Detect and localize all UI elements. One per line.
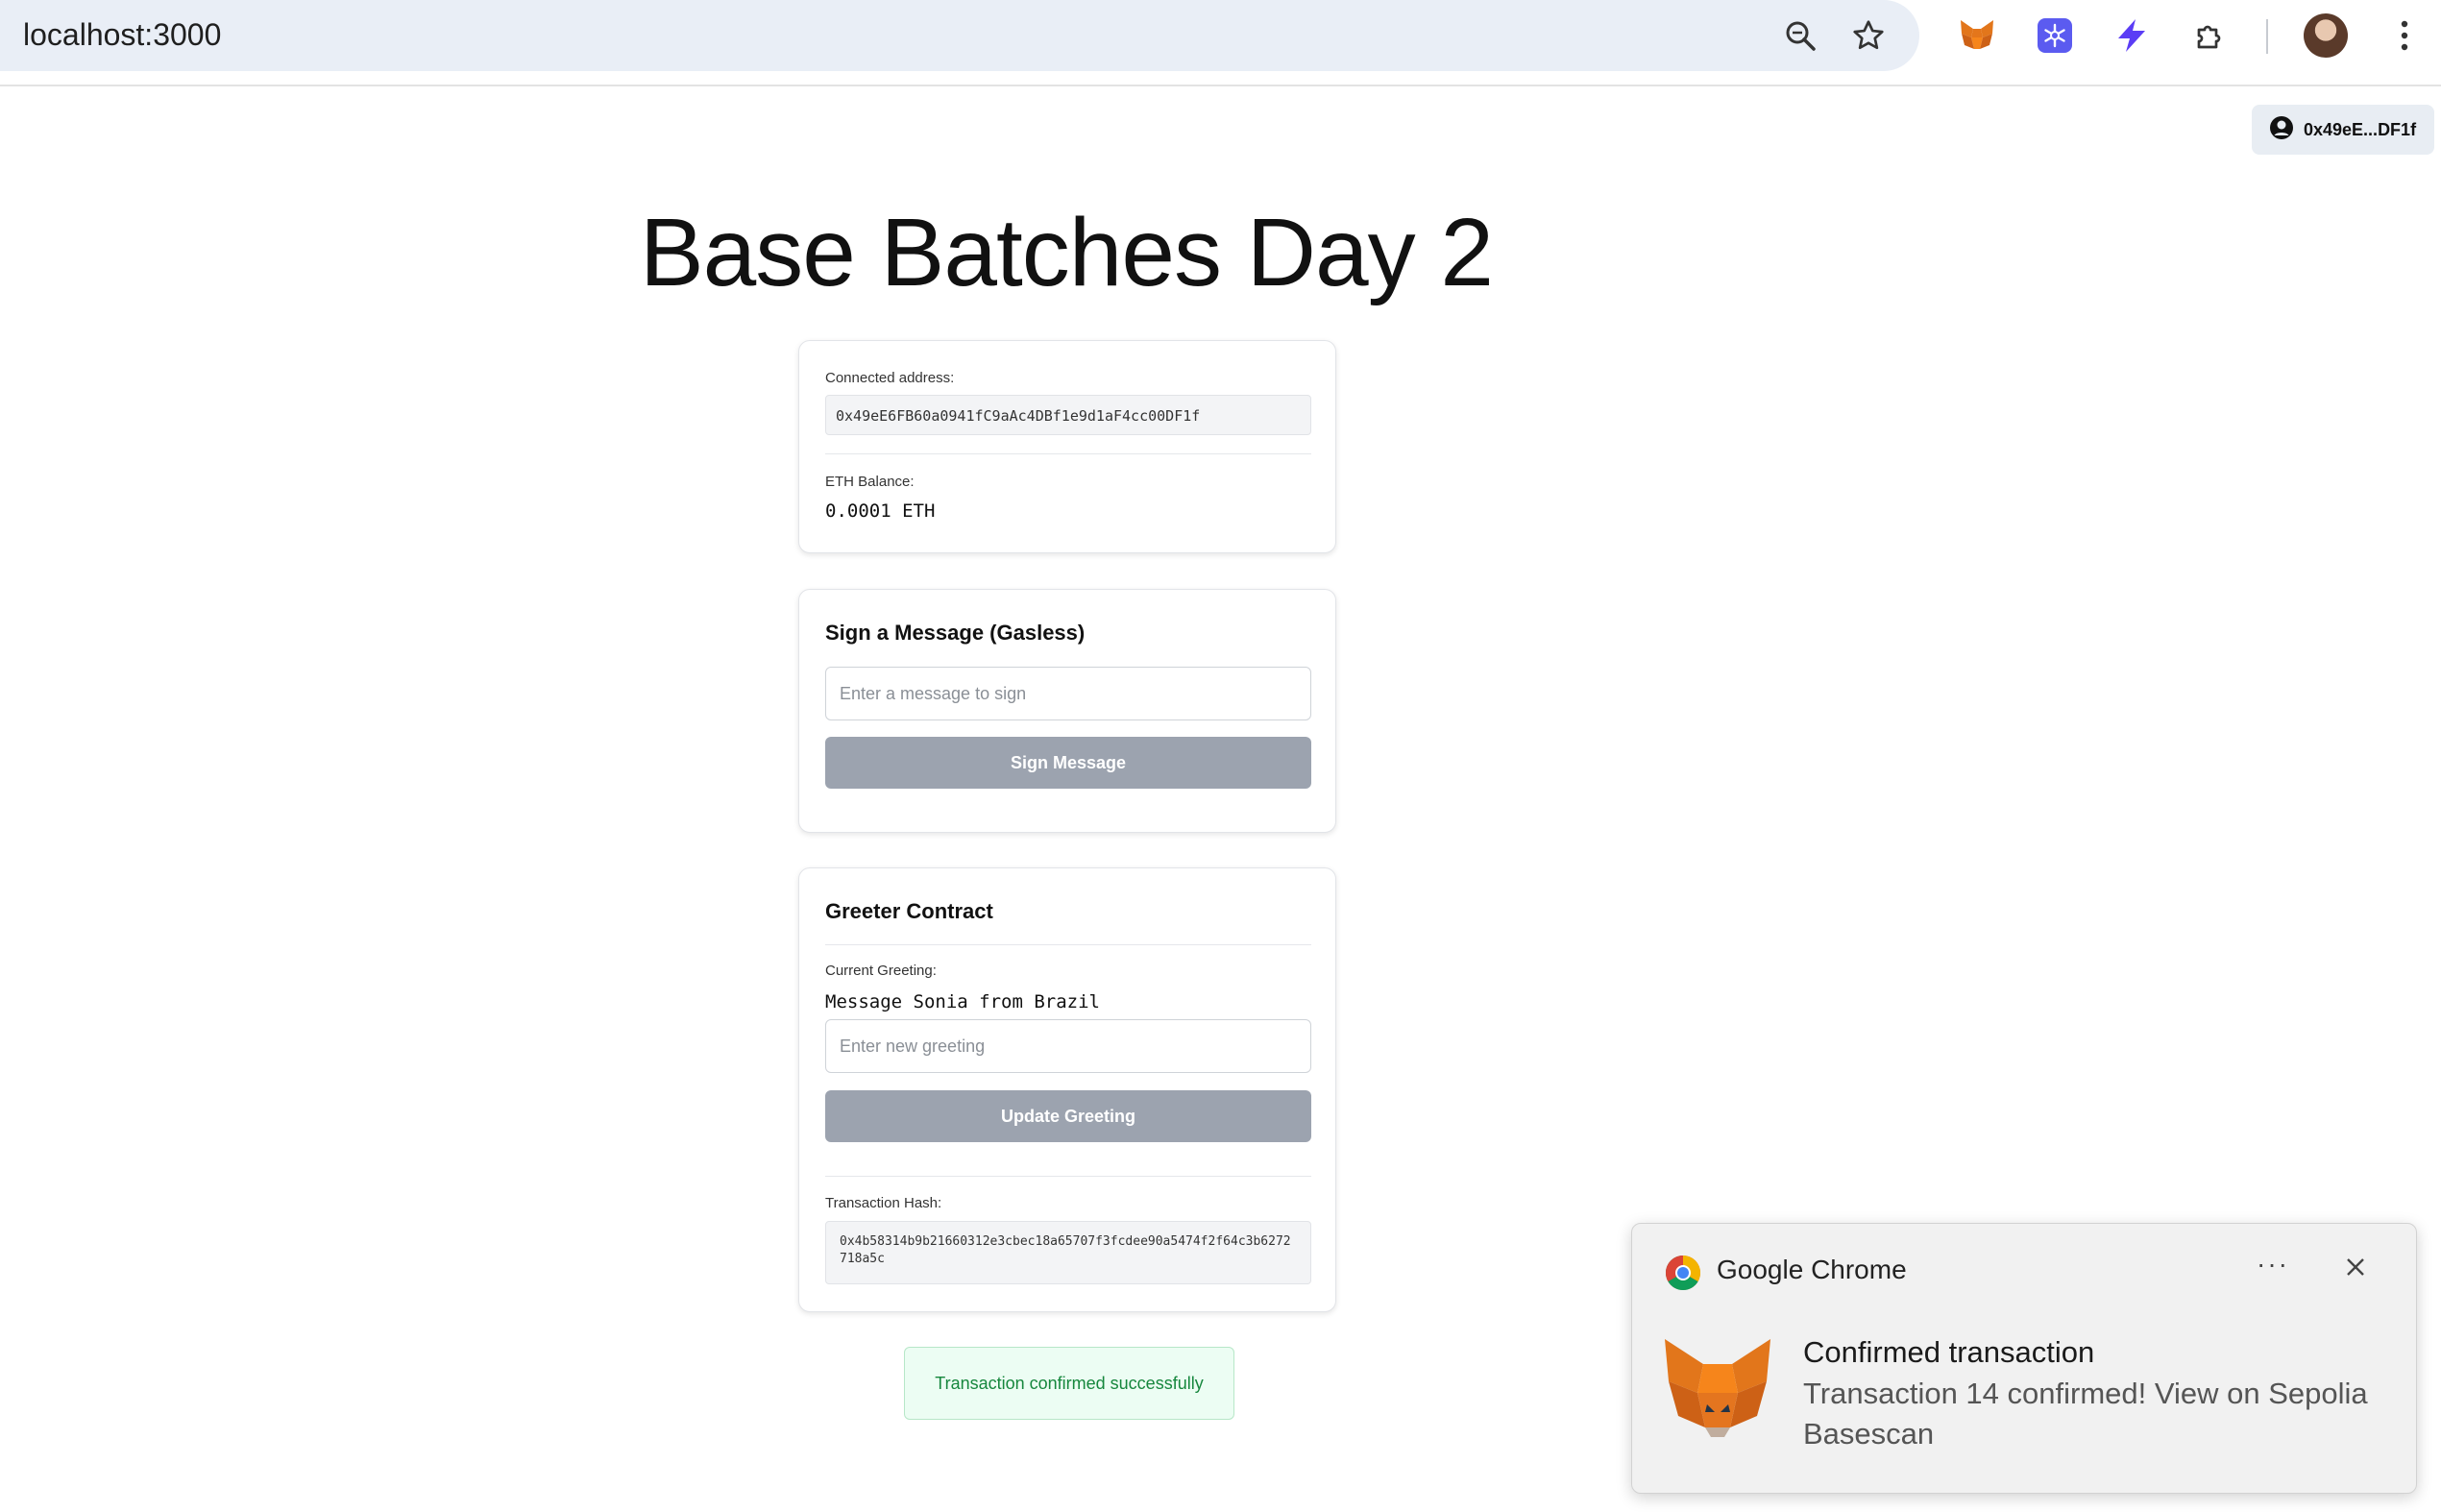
card-divider — [825, 944, 1311, 945]
notification-more-button[interactable]: ··· — [2257, 1249, 2289, 1280]
update-greeting-button[interactable]: Update Greeting — [825, 1090, 1311, 1142]
wallet-address-short: 0x49eE...DF1f — [2304, 119, 2417, 139]
menu-kebab-icon[interactable] — [2382, 13, 2427, 58]
transaction-hash-value: 0x4b58314b9b21660312e3cbec18a65707f3fcde… — [825, 1221, 1311, 1284]
url-text[interactable]: localhost:3000 — [23, 17, 221, 53]
metamask-fox-icon — [1661, 1335, 1774, 1441]
notification-app-name: Google Chrome — [1717, 1255, 1907, 1284]
toolbar-separator — [2266, 19, 2268, 54]
profile-avatar[interactable] — [2304, 13, 2348, 58]
chrome-notification[interactable]: Google Chrome ··· Confirmed transaction … — [1631, 1223, 2417, 1494]
address-bar[interactable]: localhost:3000 — [0, 0, 1919, 71]
eth-balance-value: 0.0001 ETH — [825, 500, 936, 522]
metamask-extension-icon[interactable] — [1955, 13, 1999, 58]
bookmark-star-icon[interactable] — [1846, 13, 1891, 58]
eth-balance-label: ETH Balance: — [825, 474, 915, 490]
notification-title: Confirmed transaction — [1803, 1335, 2095, 1369]
success-status-message: Transaction confirmed successfully — [904, 1347, 1234, 1420]
sign-message-button[interactable]: Sign Message — [825, 737, 1311, 789]
card-divider — [825, 453, 1311, 454]
transaction-hash-label: Transaction Hash: — [825, 1195, 942, 1211]
browser-toolbar: localhost:3000 — [0, 0, 2441, 86]
account-card: Connected address: 0x49eE6FB60a0941fC9aA… — [798, 340, 1336, 553]
bolt-extension-icon[interactable] — [2110, 13, 2154, 58]
connected-address-value: 0x49eE6FB60a0941fC9aAc4DBf1e9d1aF4cc00DF… — [825, 395, 1311, 435]
chrome-logo-icon — [1665, 1255, 1701, 1296]
notification-body[interactable]: Transaction 14 confirmed! View on Sepoli… — [1803, 1374, 2399, 1454]
sign-message-title: Sign a Message (Gasless) — [825, 621, 1086, 645]
wallet-account-button[interactable]: 0x49eE...DF1f — [2252, 105, 2434, 155]
page-title: Base Batches Day 2 — [639, 199, 1494, 306]
close-icon[interactable] — [2341, 1253, 2370, 1281]
sign-message-card: Sign a Message (Gasless) Sign Message — [798, 589, 1336, 833]
current-greeting-label: Current Greeting: — [825, 963, 937, 979]
user-circle-icon — [2269, 115, 2294, 145]
greeter-contract-title: Greeter Contract — [825, 899, 993, 923]
sign-message-input[interactable] — [825, 667, 1311, 720]
card-divider — [825, 1176, 1311, 1177]
extensions-puzzle-icon[interactable] — [2188, 13, 2233, 58]
new-greeting-input[interactable] — [825, 1019, 1311, 1073]
current-greeting-value: Message Sonia from Brazil — [825, 991, 1100, 1012]
connected-address-label: Connected address: — [825, 370, 955, 386]
zoom-icon[interactable] — [1778, 13, 1822, 58]
greeter-contract-card: Greeter Contract Current Greeting: Messa… — [798, 867, 1336, 1312]
snowflake-extension-icon[interactable] — [2033, 13, 2077, 58]
